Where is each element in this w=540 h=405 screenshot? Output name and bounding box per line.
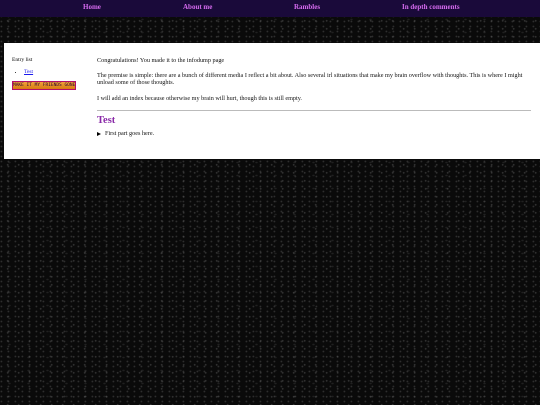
sidebar: Entry list Test MAKE IT MY FRIENDS GONE: [12, 57, 80, 90]
index-note: I will add an index because otherwise my…: [97, 94, 302, 102]
main-content: Congratulations! You made it to the info…: [97, 57, 531, 137]
nav-in-depth-comments[interactable]: In depth comments: [402, 3, 460, 11]
nav-about-me[interactable]: About me: [183, 3, 212, 11]
top-navigation: Home About me Rambles In depth comments: [0, 0, 540, 17]
divider: [97, 109, 531, 111]
premise-text: The premise is simple: there are a bunch…: [97, 72, 523, 87]
badge-image: MAKE IT MY FRIENDS GONE: [12, 81, 76, 90]
nav-home[interactable]: Home: [83, 3, 101, 11]
nav-rambles[interactable]: Rambles: [294, 3, 320, 11]
content-panel: Entry list Test MAKE IT MY FRIENDS GONE …: [4, 43, 540, 159]
list-item: Test: [24, 69, 80, 75]
intro-text: Congratulations! You made it to the info…: [97, 57, 225, 64]
entry-list: Test: [12, 69, 80, 75]
details-toggle[interactable]: First part goes here.: [97, 130, 531, 137]
section-title: Test: [97, 114, 116, 126]
disclosure-triangle-icon[interactable]: [97, 131, 101, 136]
sidebar-title: Entry list: [12, 57, 33, 63]
entry-link-test[interactable]: Test: [24, 69, 33, 75]
details-summary[interactable]: First part goes here.: [105, 130, 154, 137]
